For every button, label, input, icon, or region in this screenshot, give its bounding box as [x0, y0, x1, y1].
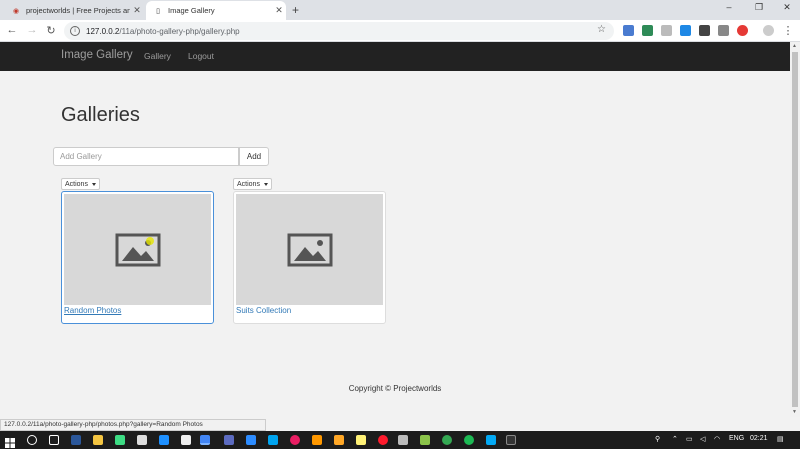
gallery-name-link[interactable]: Random Photos [64, 306, 121, 315]
back-arrow-icon[interactable]: ← [4, 24, 20, 36]
add-gallery-button[interactable]: Add [239, 147, 269, 166]
android-studio-icon[interactable] [115, 435, 125, 445]
actions-label: Actions [65, 180, 88, 188]
app-icon[interactable] [398, 435, 408, 445]
app-icon[interactable] [224, 435, 234, 445]
image-placeholder-icon [115, 233, 160, 266]
close-window-button[interactable]: ✕ [772, 2, 800, 13]
extension-icon[interactable] [661, 25, 672, 36]
spotify-icon[interactable] [464, 435, 474, 445]
reload-icon[interactable]: ↻ [43, 24, 59, 37]
app-icon[interactable] [268, 435, 278, 445]
brand-link[interactable]: Image Gallery [61, 49, 133, 61]
word-icon[interactable] [71, 435, 81, 445]
vertical-scrollbar[interactable]: ▲ ▼ [790, 42, 800, 417]
add-gallery-input[interactable] [53, 147, 239, 166]
extension-icon[interactable] [680, 25, 691, 36]
page-title: Galleries [61, 104, 140, 126]
app-icon[interactable] [290, 435, 300, 445]
app-icon[interactable] [334, 435, 344, 445]
opera-icon[interactable] [378, 435, 388, 445]
chevron-up-icon[interactable]: ⌃ [672, 435, 678, 443]
app-icon[interactable] [312, 435, 322, 445]
tab-projectworlds[interactable]: ◉ projectworlds | Free Projects and ✕ [4, 1, 144, 20]
site-favicon-icon: ◉ [12, 7, 20, 15]
url-path: /11a/photo-gallery-php/gallery.php [119, 26, 240, 36]
store-icon[interactable] [181, 435, 191, 445]
info-icon[interactable]: i [70, 26, 80, 36]
battery-icon[interactable]: ▭ [686, 435, 693, 443]
tab-image-gallery[interactable]: ▯ Image Gallery ✕ [146, 1, 286, 20]
gallery-thumbnail[interactable] [64, 194, 211, 305]
browser-toolbar: ← → ↻ i 127.0.0.2 /11a/photo-gallery-php… [0, 20, 800, 42]
sticky-notes-icon[interactable] [356, 435, 366, 445]
scroll-up-icon[interactable]: ▲ [792, 43, 797, 49]
nav-gallery-link[interactable]: Gallery [144, 51, 171, 61]
bookmark-star-icon[interactable]: ☆ [597, 24, 606, 35]
extension-icon[interactable] [718, 25, 729, 36]
scrollbar-thumb[interactable] [792, 52, 798, 407]
caret-down-icon [91, 182, 96, 186]
page-favicon-icon: ▯ [156, 7, 160, 15]
caret-down-icon [263, 182, 268, 186]
gallery-actions-dropdown[interactable]: Actions [233, 178, 272, 190]
file-explorer-icon[interactable] [93, 435, 103, 445]
tab-title: Image Gallery [168, 6, 215, 15]
search-icon[interactable] [27, 435, 37, 445]
clock[interactable]: 02:21 [750, 435, 768, 442]
image-placeholder-icon [287, 233, 332, 266]
tab-close-icon[interactable]: ✕ [130, 5, 144, 16]
browser-tab-strip: ◉ projectworlds | Free Projects and ✕ ▯ … [0, 0, 800, 20]
opera-icon[interactable] [737, 25, 748, 36]
app-icon[interactable] [442, 435, 452, 445]
actions-label: Actions [237, 180, 260, 188]
app-icon[interactable] [420, 435, 430, 445]
tab-close-icon[interactable]: ✕ [272, 5, 286, 16]
forward-arrow-icon[interactable]: → [24, 24, 40, 36]
mouse-cursor-highlight [146, 237, 154, 245]
scroll-down-icon[interactable]: ▼ [792, 409, 797, 415]
extension-icon[interactable] [699, 25, 710, 36]
app-icon[interactable] [486, 435, 496, 445]
extension-icon[interactable] [642, 25, 653, 36]
language-indicator[interactable]: ENG [729, 435, 744, 442]
nav-logout-link[interactable]: Logout [188, 51, 214, 61]
address-bar[interactable]: i 127.0.0.2 /11a/photo-gallery-php/galle… [64, 22, 614, 40]
link-status-bar: 127.0.0.2/11a/photo-gallery-php/photos.p… [0, 419, 266, 431]
minimize-button[interactable]: – [714, 2, 744, 12]
windows-start-icon[interactable] [5, 435, 15, 448]
page-footer: Copyright © Projectworlds [348, 384, 442, 393]
mail-icon[interactable] [137, 435, 147, 445]
terminal-icon[interactable] [506, 435, 516, 445]
chrome-icon[interactable] [200, 435, 210, 445]
url-host: 127.0.0.2 [86, 26, 120, 36]
gallery-card[interactable]: Random Photos [61, 191, 214, 324]
edge-icon[interactable] [159, 435, 169, 445]
restore-button[interactable]: ❐ [744, 2, 774, 13]
volume-icon[interactable]: ◁ [700, 435, 705, 443]
windows-taskbar: ⚲ ⌃ ▭ ◁ ◠ ENG 02:21 ▤ [0, 431, 800, 449]
task-view-icon[interactable] [49, 435, 59, 445]
extension-icon[interactable] [623, 25, 634, 36]
new-tab-button[interactable]: + [292, 3, 299, 17]
people-icon[interactable]: ⚲ [655, 435, 660, 443]
site-navbar: Image Gallery Gallery Logout [0, 42, 790, 71]
gallery-actions-dropdown[interactable]: Actions [61, 178, 100, 190]
profile-avatar-icon[interactable] [763, 25, 774, 36]
menu-kebab-icon[interactable]: ⋮ [780, 24, 796, 37]
notification-icon[interactable]: ▤ [777, 435, 784, 443]
gallery-card[interactable]: Suits Collection [233, 191, 386, 324]
wifi-icon[interactable]: ◠ [714, 435, 720, 443]
tab-title: projectworlds | Free Projects and [26, 6, 130, 15]
gallery-thumbnail[interactable] [236, 194, 383, 305]
gallery-name-link[interactable]: Suits Collection [236, 306, 291, 315]
zoom-icon[interactable] [246, 435, 256, 445]
